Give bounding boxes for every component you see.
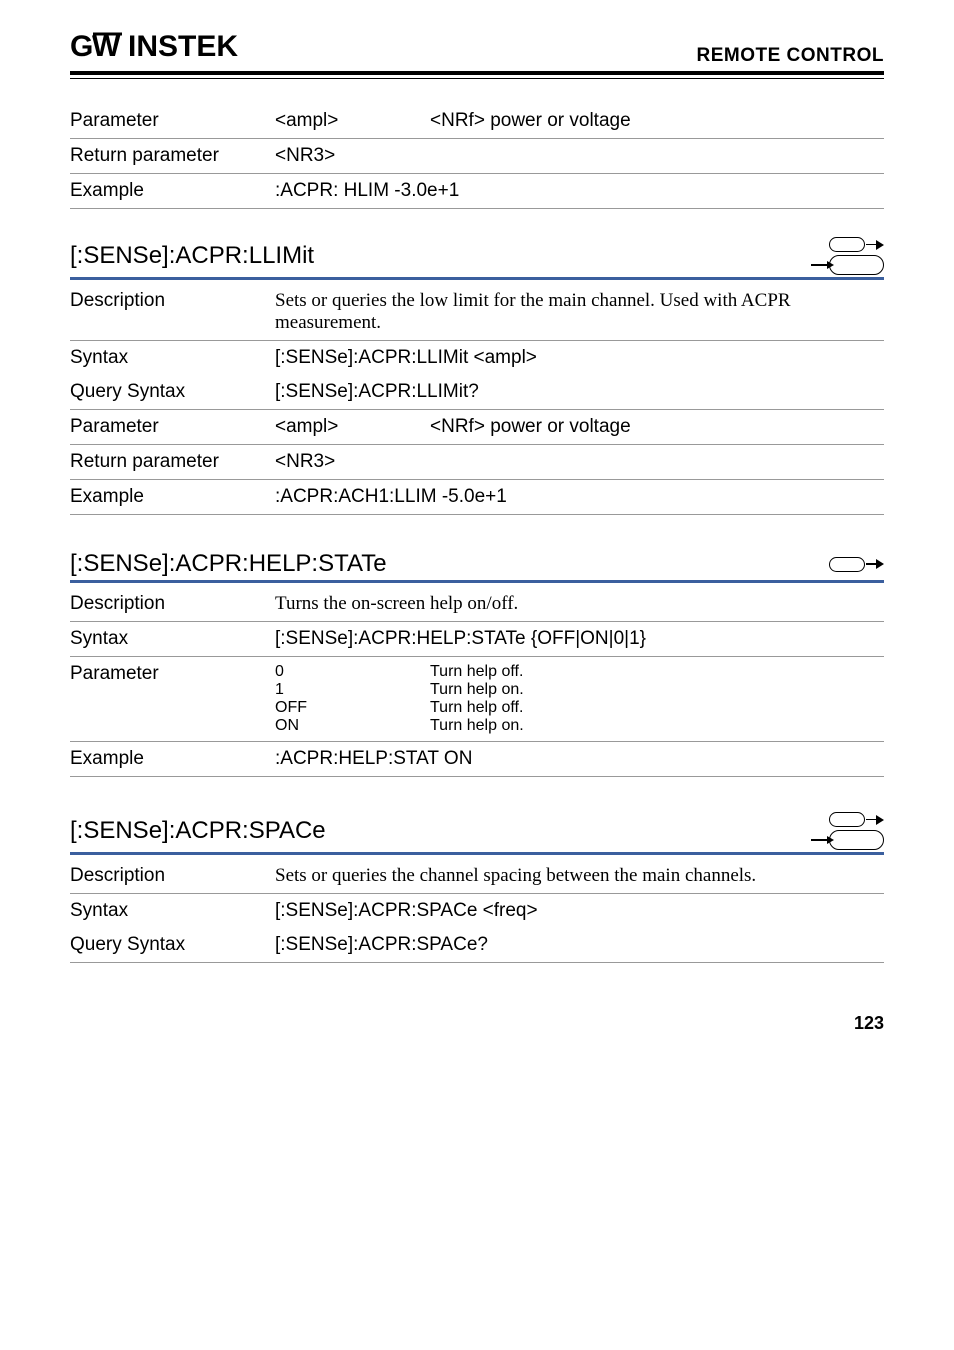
row-label: Query Syntax — [70, 934, 275, 956]
table-row: Example :ACPR:ACH1:LLIM -5.0e+1 — [70, 480, 884, 515]
row-value: :ACPR: HLIM -3.0e+1 — [275, 180, 459, 202]
logo: G W INSTEK — [70, 30, 260, 67]
section-header: [:SENSe]:ACPR:SPACe — [70, 812, 884, 850]
section-divider — [70, 852, 884, 855]
table-row: Return parameter <NR3> — [70, 139, 884, 174]
row-value: Turns the on-screen help on/off. — [275, 593, 518, 615]
row-value: <NR3> — [275, 145, 430, 167]
section-3-body: Description Turns the on-screen help on/… — [70, 587, 884, 777]
set-icon — [829, 557, 884, 572]
set-query-icon — [811, 812, 884, 850]
table-row: Syntax [:SENSe]:ACPR:HELP:STATe {OFF|ON|… — [70, 622, 884, 657]
param-value: Turn help on. — [430, 717, 524, 735]
table-row: Description Sets or queries the low limi… — [70, 284, 884, 341]
table-row: Description Turns the on-screen help on/… — [70, 587, 884, 622]
section-divider — [70, 277, 884, 280]
page-number: 123 — [70, 1013, 884, 1034]
row-value: <NR3> — [275, 451, 430, 473]
row-value: [:SENSe]:ACPR:LLIMit <ampl> — [275, 347, 537, 369]
param-value: Turn help off. — [430, 699, 523, 717]
table-row: Parameter <ampl> <NRf> power or voltage — [70, 104, 884, 139]
row-label: Description — [70, 865, 275, 887]
param-key: OFF — [275, 699, 430, 717]
param-key: 0 — [275, 663, 430, 681]
row-label: Parameter — [70, 110, 275, 132]
section-header: [:SENSe]:ACPR:HELP:STATe — [70, 550, 884, 578]
param-key: 1 — [275, 681, 430, 699]
section-divider — [70, 580, 884, 583]
row-label: Description — [70, 593, 275, 615]
section-title: [:SENSe]:ACPR:LLIMit — [70, 242, 314, 270]
section-title: [:SENSe]:ACPR:HELP:STATe — [70, 550, 387, 578]
svg-text:INSTEK: INSTEK — [128, 30, 238, 62]
row-label: Example — [70, 486, 275, 508]
row-label: Parameter — [70, 663, 275, 685]
row-label: Example — [70, 748, 275, 770]
row-value: [:SENSe]:ACPR:SPACe? — [275, 934, 488, 956]
row-value: [:SENSe]:ACPR:LLIMit? — [275, 381, 479, 403]
row-value: <NRf> power or voltage — [430, 416, 631, 438]
table-row: Return parameter <NR3> — [70, 445, 884, 480]
param-value: Turn help off. — [430, 663, 523, 681]
row-value: <ampl> — [275, 110, 430, 132]
row-label: Return parameter — [70, 145, 275, 167]
svg-text:G: G — [70, 30, 92, 62]
row-value: Sets or queries the channel spacing betw… — [275, 865, 756, 887]
table-row: Description Sets or queries the channel … — [70, 859, 884, 894]
section-title: [:SENSe]:ACPR:SPACe — [70, 817, 326, 845]
table-row: Syntax [:SENSe]:ACPR:SPACe <freq> — [70, 894, 884, 928]
row-label: Query Syntax — [70, 381, 275, 403]
row-value: <NRf> power or voltage — [430, 110, 631, 132]
row-label: Description — [70, 290, 275, 312]
page-header: G W INSTEK REMOTE CONTROL — [70, 30, 884, 67]
section-header: [:SENSe]:ACPR:LLIMit — [70, 237, 884, 275]
table-row: Syntax [:SENSe]:ACPR:LLIMit <ampl> — [70, 341, 884, 375]
row-value: [:SENSe]:ACPR:SPACe <freq> — [275, 900, 538, 922]
row-value: <ampl> — [275, 416, 430, 438]
table-row: Parameter <ampl> <NRf> power or voltage — [70, 410, 884, 445]
table-row: Example :ACPR: HLIM -3.0e+1 — [70, 174, 884, 209]
row-label: Return parameter — [70, 451, 275, 473]
section-1: Parameter <ampl> <NRf> power or voltage … — [70, 104, 884, 209]
section-4-body: Description Sets or queries the channel … — [70, 859, 884, 963]
param-value: Turn help on. — [430, 681, 524, 699]
section-2-body: Description Sets or queries the low limi… — [70, 284, 884, 515]
row-value: [:SENSe]:ACPR:HELP:STATe {OFF|ON|0|1} — [275, 628, 646, 650]
table-row: Query Syntax [:SENSe]:ACPR:SPACe? — [70, 928, 884, 963]
param-key: ON — [275, 717, 430, 735]
table-row: Example :ACPR:HELP:STAT ON — [70, 742, 884, 777]
row-label: Parameter — [70, 416, 275, 438]
set-query-icon — [811, 237, 884, 275]
row-label: Syntax — [70, 628, 275, 650]
table-row: Parameter 0 Turn help off. 1 Turn help o… — [70, 657, 884, 742]
row-label: Example — [70, 180, 275, 202]
row-label: Syntax — [70, 900, 275, 922]
row-value: Sets or queries the low limit for the ma… — [275, 290, 884, 334]
row-value: :ACPR:ACH1:LLIM -5.0e+1 — [275, 486, 507, 508]
table-row: Query Syntax [:SENSe]:ACPR:LLIMit? — [70, 375, 884, 410]
row-value: :ACPR:HELP:STAT ON — [275, 748, 472, 770]
header-title: REMOTE CONTROL — [697, 45, 885, 67]
parameter-list: 0 Turn help off. 1 Turn help on. OFF Tur… — [275, 663, 524, 735]
header-divider — [70, 71, 884, 79]
row-label: Syntax — [70, 347, 275, 369]
